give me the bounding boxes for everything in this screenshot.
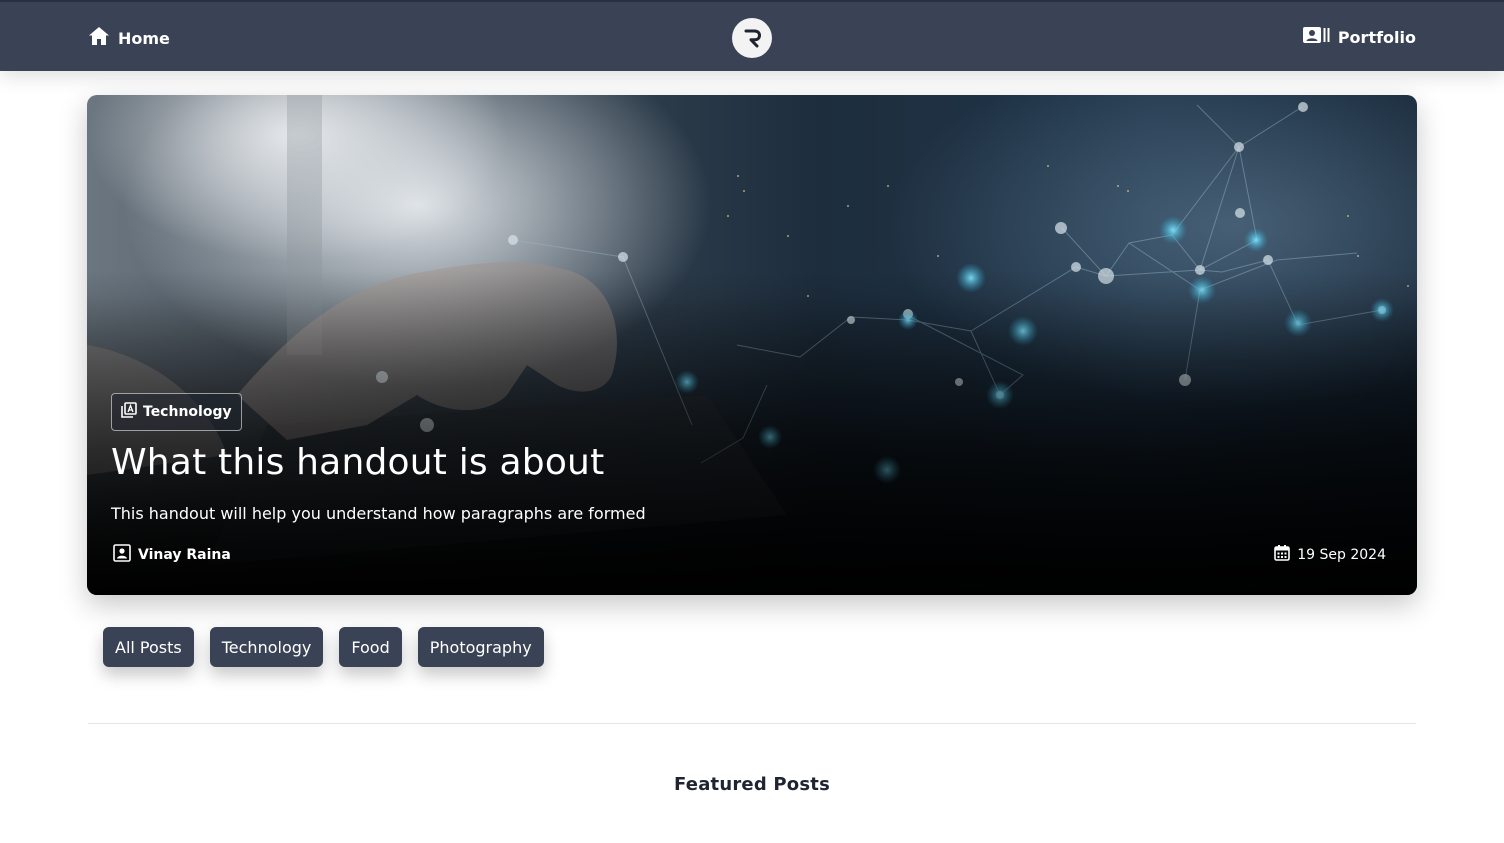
hero-title[interactable]: What this handout is about <box>111 442 604 483</box>
portfolio-icon <box>1302 26 1330 48</box>
home-link[interactable]: Home <box>88 26 170 50</box>
hero-category-label: Technology <box>143 404 232 420</box>
article-icon <box>121 402 137 422</box>
hero-author-name: Vinay Raina <box>138 547 231 563</box>
filter-technology-button[interactable]: Technology <box>209 627 324 667</box>
filter-food-button[interactable]: Food <box>339 627 402 667</box>
hero-date-text: 19 Sep 2024 <box>1297 546 1386 563</box>
hero-date: 19 Sep 2024 <box>1274 544 1386 565</box>
site-logo[interactable] <box>732 18 772 58</box>
filter-all-posts-button[interactable]: All Posts <box>103 627 194 667</box>
hero-category-badge[interactable]: Technology <box>111 393 242 431</box>
top-navbar: Home Portfolio <box>0 0 1504 71</box>
person-icon <box>113 544 131 566</box>
category-filters: All Posts Technology Food Photography <box>103 627 544 667</box>
section-divider <box>88 723 1416 724</box>
filter-photography-button[interactable]: Photography <box>417 627 544 667</box>
featured-posts-heading: Featured Posts <box>674 774 830 795</box>
hero-subtitle: This handout will help you understand ho… <box>111 504 646 523</box>
hero-featured-post[interactable]: Technology What this handout is about Th… <box>87 95 1417 595</box>
hero-author: Vinay Raina <box>113 544 231 566</box>
portfolio-label: Portfolio <box>1337 27 1416 47</box>
calendar-icon <box>1274 544 1291 565</box>
home-label: Home <box>118 28 170 48</box>
logo-r-mark <box>744 29 761 48</box>
portfolio-link[interactable]: Portfolio <box>1302 26 1416 48</box>
home-icon <box>88 26 110 50</box>
